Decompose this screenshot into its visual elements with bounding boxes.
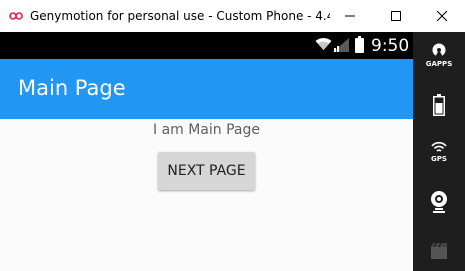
genymotion-logo-icon bbox=[6, 6, 26, 26]
genymotion-sidebar: GAPPS GPS bbox=[413, 32, 465, 271]
page-title: Main Page bbox=[18, 76, 126, 100]
minimize-button[interactable] bbox=[327, 0, 373, 32]
sidebar-item-gapps[interactable]: GAPPS bbox=[413, 43, 465, 68]
status-time: 9:50 bbox=[371, 36, 410, 56]
window-title-bar: Genymotion for personal use - Custom Pho… bbox=[0, 0, 465, 32]
webcam-icon bbox=[431, 191, 447, 213]
maximize-button[interactable] bbox=[373, 0, 419, 32]
signal-icon bbox=[333, 38, 349, 52]
close-button[interactable] bbox=[419, 0, 465, 32]
app-bar: Main Page bbox=[0, 59, 413, 119]
sidebar-label-gps: GPS bbox=[431, 155, 447, 163]
close-icon bbox=[437, 11, 447, 21]
sidebar-item-capture[interactable] bbox=[413, 242, 465, 260]
maximize-icon bbox=[391, 11, 401, 21]
android-status-bar: 9:50 bbox=[0, 32, 413, 59]
sidebar-item-battery[interactable] bbox=[413, 94, 465, 116]
wifi-icon bbox=[315, 37, 332, 50]
battery-icon bbox=[355, 36, 364, 53]
gapps-icon bbox=[432, 43, 446, 57]
next-page-button[interactable]: NEXT PAGE bbox=[158, 152, 255, 190]
gps-icon bbox=[431, 141, 447, 152]
main-page-label: I am Main Page bbox=[152, 122, 260, 138]
capture-icon bbox=[431, 242, 447, 259]
sidebar-label-gapps: GAPPS bbox=[425, 60, 453, 68]
sidebar-item-webcam[interactable] bbox=[413, 190, 465, 214]
sidebar-item-gps[interactable]: GPS bbox=[413, 140, 465, 163]
main-content: I am Main Page NEXT PAGE bbox=[0, 119, 413, 271]
battery-icon bbox=[433, 94, 445, 116]
window-title: Genymotion for personal use - Custom Pho… bbox=[30, 9, 330, 23]
minimize-icon bbox=[345, 15, 355, 17]
